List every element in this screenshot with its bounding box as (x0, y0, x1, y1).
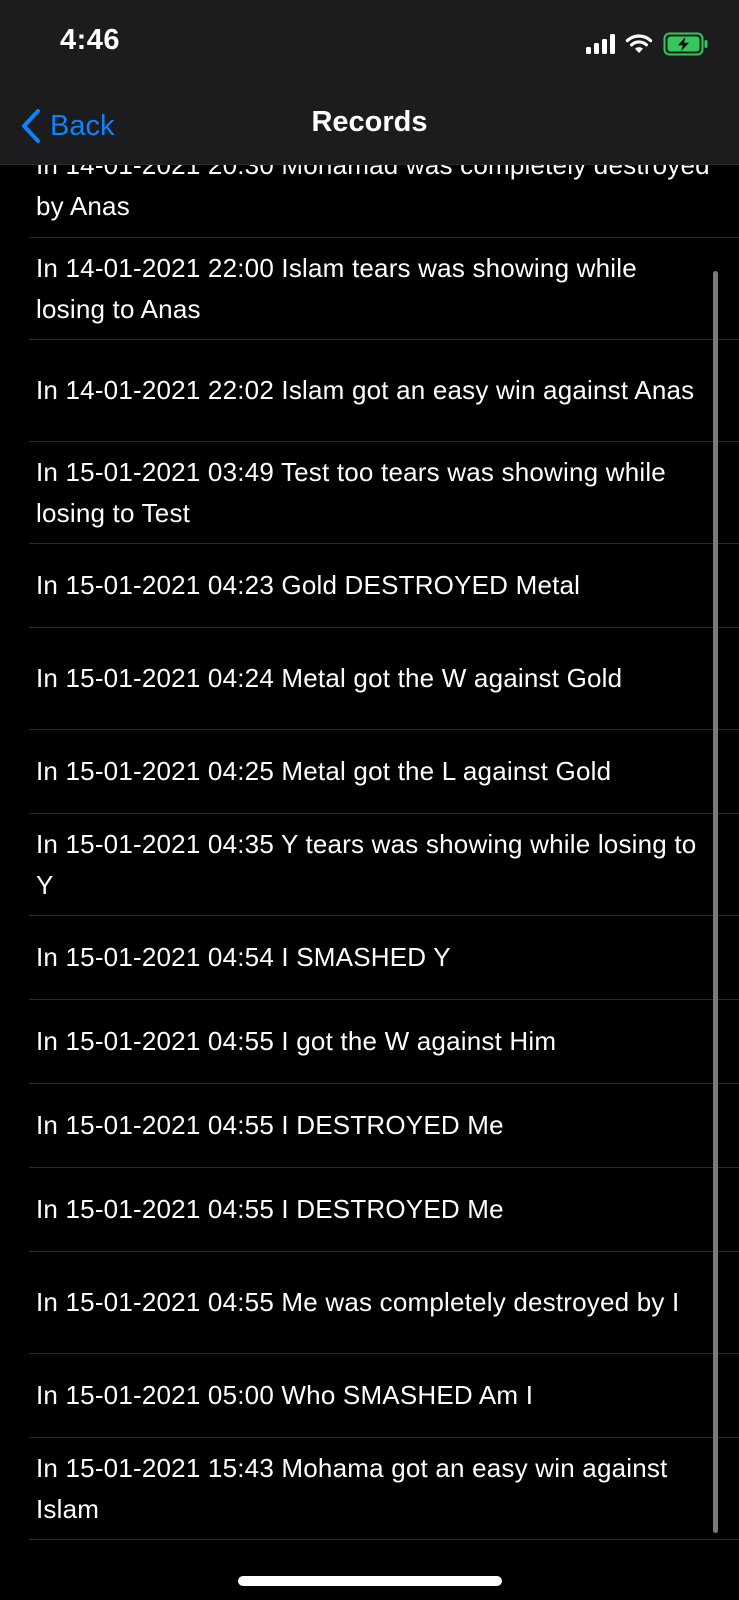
record-text: In 15-01-2021 04:25 Metal got the L agai… (36, 756, 612, 786)
record-row: In 15-01-2021 04:55 I DESTROYED Me (29, 1084, 739, 1168)
record-text: In 15-01-2021 04:24 Metal got the W agai… (36, 663, 623, 693)
wifi-icon (625, 34, 653, 53)
record-text: In 15-01-2021 04:35 Y tears was showing … (36, 828, 697, 900)
record-text: In 15-01-2021 04:55 I got the W against … (36, 1026, 557, 1056)
record-row: In 15-01-2021 04:55 I got the W against … (29, 1000, 739, 1084)
record-row: In 14-01-2021 22:00 Islam tears was show… (29, 238, 739, 340)
records-list-content: In 14-01-2021 20:30 Mohamad was complete… (0, 98, 739, 1540)
record-row: In 15-01-2021 15:43 Mohama got an easy w… (29, 1438, 739, 1540)
record-text: In 15-01-2021 03:49 Test too tears was s… (36, 456, 666, 528)
cellular-signal-icon (586, 34, 615, 54)
record-text: In 15-01-2021 04:54 I SMASHED Y (36, 942, 451, 972)
home-indicator[interactable] (238, 1576, 502, 1586)
record-text: In 15-01-2021 04:55 I DESTROYED Me (36, 1110, 504, 1140)
record-row: In 15-01-2021 04:35 Y tears was showing … (29, 814, 739, 916)
record-text: In 15-01-2021 15:43 Mohama got an easy w… (36, 1452, 668, 1524)
record-row: In 15-01-2021 04:55 Me was completely de… (29, 1252, 739, 1354)
record-row: In 15-01-2021 04:25 Metal got the L agai… (29, 730, 739, 814)
record-row: In 15-01-2021 05:00 Who SMASHED Am I (29, 1354, 739, 1438)
record-text: In 14-01-2021 22:02 Islam got an easy wi… (36, 375, 695, 405)
scroll-indicator[interactable] (713, 271, 718, 1533)
battery-charging-icon (663, 32, 708, 56)
record-text: In 15-01-2021 04:23 Gold DESTROYED Metal (36, 570, 581, 600)
record-text: In 15-01-2021 05:00 Who SMASHED Am I (36, 1380, 534, 1410)
record-row: In 15-01-2021 03:49 Test too tears was s… (29, 442, 739, 544)
record-text: In 15-01-2021 04:55 Me was completely de… (36, 1287, 680, 1317)
page-title: Records (311, 106, 428, 138)
record-row: In 15-01-2021 04:23 Gold DESTROYED Metal (29, 544, 739, 628)
status-icons (586, 30, 709, 58)
navigation-header: 4:46 Back Records (0, 0, 739, 165)
records-list[interactable]: In 14-01-2021 20:30 Mohamad was complete… (0, 98, 739, 1558)
status-time: 4:46 (60, 24, 121, 56)
record-text: In 14-01-2021 22:00 Islam tears was show… (36, 252, 637, 324)
record-row: In 15-01-2021 04:55 I DESTROYED Me (29, 1168, 739, 1252)
record-row: In 15-01-2021 04:54 I SMASHED Y (29, 916, 739, 1000)
record-row: In 14-01-2021 22:02 Islam got an easy wi… (29, 340, 739, 442)
record-row: In 15-01-2021 04:24 Metal got the W agai… (29, 628, 739, 730)
record-text: In 15-01-2021 04:55 I DESTROYED Me (36, 1194, 504, 1224)
